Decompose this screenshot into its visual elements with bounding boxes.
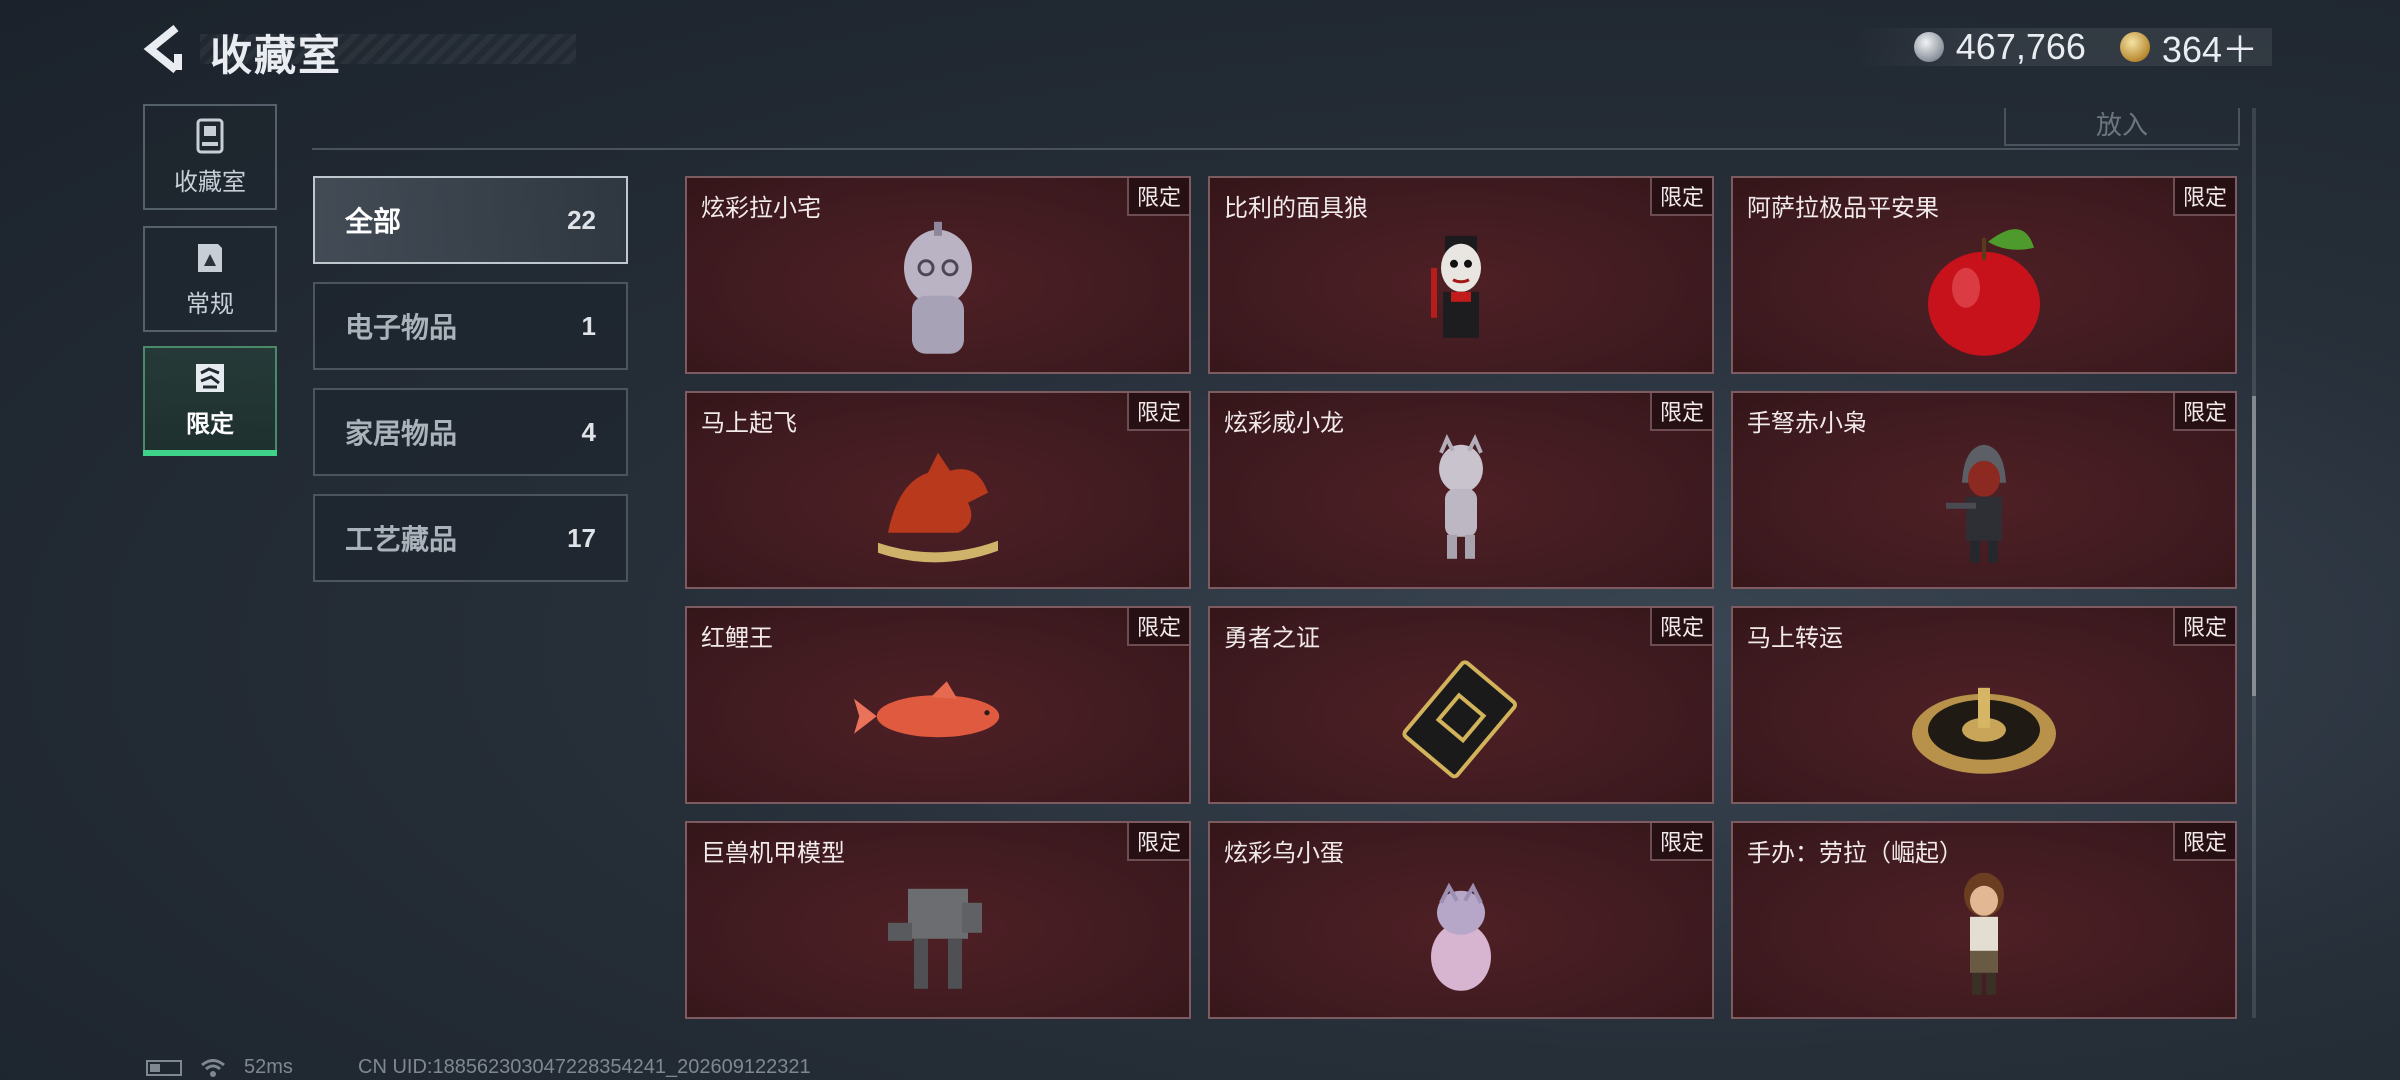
item-card[interactable]: 马上转运 限定 — [1731, 606, 2237, 804]
item-card[interactable]: 手弩赤小枭 限定 — [1731, 391, 2237, 589]
item-name: 马上转运 — [1747, 625, 1843, 652]
limited-tag: 限定 — [1649, 823, 1712, 861]
category-count: 22 — [567, 204, 596, 235]
carp-fish-icon — [854, 681, 1000, 738]
item-card[interactable]: 炫彩拉小宅 限定 — [685, 176, 1191, 374]
side-tab-limited[interactable]: 限定 — [143, 346, 277, 456]
category-name: 家居物品 — [345, 418, 458, 449]
limited-tag: 限定 — [1126, 178, 1189, 216]
item-card[interactable]: 阿萨拉极品平安果 限定 — [1731, 176, 2237, 374]
limited-tag: 限定 — [1649, 393, 1712, 431]
status-bar: 52ms — [146, 1056, 293, 1079]
puppet-figure-icon — [1431, 235, 1481, 338]
limited-tag: 限定 — [1649, 178, 1712, 216]
item-name: 手弩赤小枭 — [1747, 410, 1867, 437]
item-name: 炫彩乌小蛋 — [1224, 840, 1344, 867]
silver-coin-amount: 467,766 — [1955, 26, 2086, 67]
limited-tag: 限定 — [1126, 393, 1189, 431]
limited-tag: 限定 — [1649, 608, 1712, 646]
side-tab-label: 常规 — [186, 290, 234, 318]
side-tab-label: 收藏室 — [174, 168, 246, 196]
item-name: 炫彩拉小宅 — [701, 195, 821, 222]
item-card[interactable]: 勇者之证 限定 — [1208, 606, 1714, 804]
item-card[interactable]: 炫彩乌小蛋 限定 — [1208, 821, 1714, 1019]
item-name: 马上起飞 — [701, 410, 797, 437]
horse-sculpture-icon — [878, 452, 998, 563]
apple-icon — [1928, 229, 2040, 356]
back-arrow-icon — [143, 24, 182, 74]
category-crafts[interactable]: 工艺藏品 17 — [313, 494, 628, 582]
ping-value: 52ms — [244, 1056, 293, 1078]
regular-icon — [192, 240, 228, 276]
item-card[interactable]: 红鲤王 限定 — [685, 606, 1191, 804]
side-tab-collection[interactable]: 收藏室 — [143, 104, 277, 210]
put-in-button[interactable]: 放入 — [2004, 108, 2240, 146]
category-all[interactable]: 全部 22 — [313, 176, 628, 264]
side-tab-regular[interactable]: 常规 — [143, 226, 277, 332]
limited-tag: 限定 — [1126, 608, 1189, 646]
category-count: 17 — [567, 522, 596, 553]
item-card[interactable]: 炫彩威小龙 限定 — [1208, 391, 1714, 589]
egg-figure-icon — [1431, 882, 1491, 991]
limited-tag: 限定 — [2172, 393, 2235, 431]
wifi-icon — [201, 1058, 225, 1077]
item-name: 红鲤王 — [701, 625, 773, 652]
category-name: 工艺藏品 — [345, 524, 458, 555]
item-name: 巨兽机甲模型 — [701, 840, 845, 867]
limited-tag: 限定 — [2172, 823, 2235, 861]
limited-tag: 限定 — [1126, 823, 1189, 861]
hooded-figure-icon — [1946, 444, 2006, 563]
item-name: 炫彩威小龙 — [1224, 410, 1344, 437]
category-name: 全部 — [345, 206, 402, 237]
category-electronics[interactable]: 电子物品 1 — [313, 282, 628, 370]
category-name: 电子物品 — [345, 312, 458, 343]
limited-tag: 限定 — [2172, 608, 2235, 646]
gold-coin-icon — [2119, 32, 2150, 62]
items-scrollbar[interactable] — [2252, 108, 2256, 1018]
content-divider — [312, 148, 2238, 150]
lara-figure-icon — [1964, 872, 2004, 995]
item-card[interactable]: 比利的面具狼 限定 — [1208, 176, 1714, 374]
battery-icon — [146, 1059, 182, 1076]
category-count: 1 — [581, 310, 596, 341]
item-card[interactable]: 巨兽机甲模型 限定 — [685, 821, 1191, 1019]
lucky-wheel-icon — [1912, 687, 2056, 774]
gold-coin-amount[interactable]: 364＋ — [2162, 21, 2258, 73]
item-name: 勇者之证 — [1224, 625, 1320, 652]
scrollbar-thumb[interactable] — [2252, 396, 2256, 696]
category-home[interactable]: 家居物品 4 — [313, 388, 628, 476]
item-card[interactable]: 手办：劳拉（崛起） 限定 — [1731, 821, 2237, 1019]
category-count: 4 — [581, 416, 596, 447]
currency-bar: 467,766 364＋ — [1853, 26, 2272, 70]
top-bar: 收藏室 467,766 364＋ — [0, 0, 2400, 100]
ghost-figure-icon — [904, 221, 972, 354]
item-card[interactable]: 马上起飞 限定 — [685, 391, 1191, 589]
side-tab-label: 限定 — [186, 410, 234, 438]
silver-coin-icon — [1913, 32, 1944, 62]
collection-icon — [192, 118, 228, 154]
user-uid: CN UID:18856230304722835424​1_2026091223… — [358, 1056, 811, 1078]
dragon-figure-icon — [1439, 434, 1483, 559]
back-button[interactable] — [140, 24, 188, 74]
mech-model-icon — [888, 888, 982, 989]
limited-icon — [192, 360, 228, 396]
item-name: 比利的面具狼 — [1224, 195, 1368, 222]
card-badge-icon — [1402, 660, 1517, 779]
limited-tag: 限定 — [2172, 178, 2235, 216]
page-title: 收藏室 — [210, 32, 343, 79]
